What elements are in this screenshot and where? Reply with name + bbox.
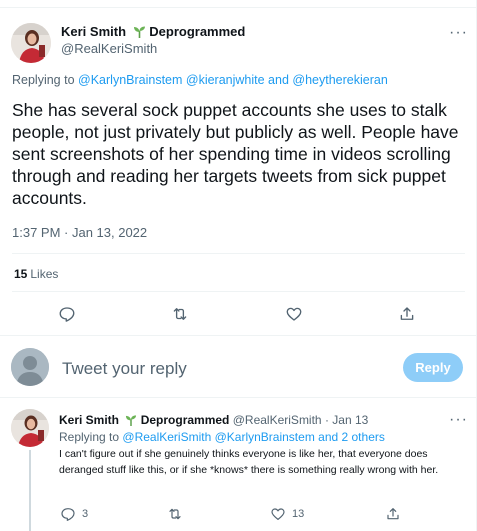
likes-stat[interactable]: 15 Likes: [14, 267, 58, 281]
author-handle[interactable]: @RealKeriSmith: [61, 41, 157, 56]
divider: [12, 253, 465, 254]
divider: [0, 335, 477, 336]
tweet-text: I can't figure out if she genuinely thin…: [59, 448, 439, 476]
thread-line: [29, 450, 31, 531]
author-handle[interactable]: @RealKeriSmith · Jan 13: [233, 413, 369, 427]
more-icon[interactable]: ···: [449, 24, 468, 42]
seedling-icon: [133, 25, 146, 41]
divider: [0, 397, 477, 398]
replying-to-links[interactable]: @RealKeriSmith @KarlynBrainstem and 2 ot…: [122, 430, 384, 444]
author-name[interactable]: Keri Smith Deprogrammed: [61, 24, 245, 41]
replying-to-prefix: Replying to: [59, 430, 120, 444]
like-icon[interactable]: [283, 303, 305, 325]
tweet-detail-page: Keri Smith Deprogrammed @RealKeriSmith ·…: [0, 0, 477, 531]
author-badge: Deprogrammed: [149, 24, 246, 39]
reply-button[interactable]: Reply: [403, 353, 463, 382]
likes-label: Likes: [30, 267, 59, 281]
reply-input[interactable]: Tweet your reply: [62, 359, 187, 379]
likes-count: 15: [14, 267, 28, 281]
like-action[interactable]: 13: [270, 506, 304, 522]
replying-to-links[interactable]: @KarlynBrainstem @kieranjwhite and @heyt…: [78, 73, 388, 87]
retweet-action[interactable]: [167, 506, 183, 522]
reply-icon[interactable]: [56, 303, 78, 325]
author-badge: Deprogrammed: [140, 413, 230, 427]
replying-to-prefix: Replying to: [12, 73, 75, 87]
retweet-icon[interactable]: [169, 303, 191, 325]
like-icon[interactable]: [270, 506, 286, 522]
share-action[interactable]: [385, 506, 401, 522]
replying-to: Replying to @RealKeriSmith @KarlynBrains…: [59, 430, 385, 444]
share-icon[interactable]: [385, 506, 401, 522]
top-divider: [0, 0, 476, 8]
author-name[interactable]: Keri Smith Deprogrammed @RealKeriSmith ·…: [59, 413, 368, 429]
avatar[interactable]: [11, 409, 49, 447]
reply-count: 3: [82, 508, 89, 520]
avatar[interactable]: [11, 348, 49, 386]
like-count: 13: [292, 508, 305, 520]
author-name-text[interactable]: Keri Smith: [61, 24, 126, 39]
replying-to: Replying to @KarlynBrainstem @kieranjwhi…: [12, 73, 388, 87]
more-icon[interactable]: ···: [449, 411, 468, 429]
share-icon[interactable]: [396, 303, 418, 325]
author-name-text[interactable]: Keri Smith: [59, 413, 119, 427]
retweet-icon[interactable]: [167, 506, 183, 522]
seedling-icon: [125, 414, 137, 429]
avatar[interactable]: [11, 23, 51, 63]
reply-icon[interactable]: [60, 506, 76, 522]
divider: [12, 291, 465, 292]
timestamp[interactable]: 1:37 PM · Jan 13, 2022: [12, 225, 147, 240]
reply-action[interactable]: 3: [60, 506, 88, 522]
tweet-text: She has several sock puppet accounts she…: [12, 100, 459, 208]
